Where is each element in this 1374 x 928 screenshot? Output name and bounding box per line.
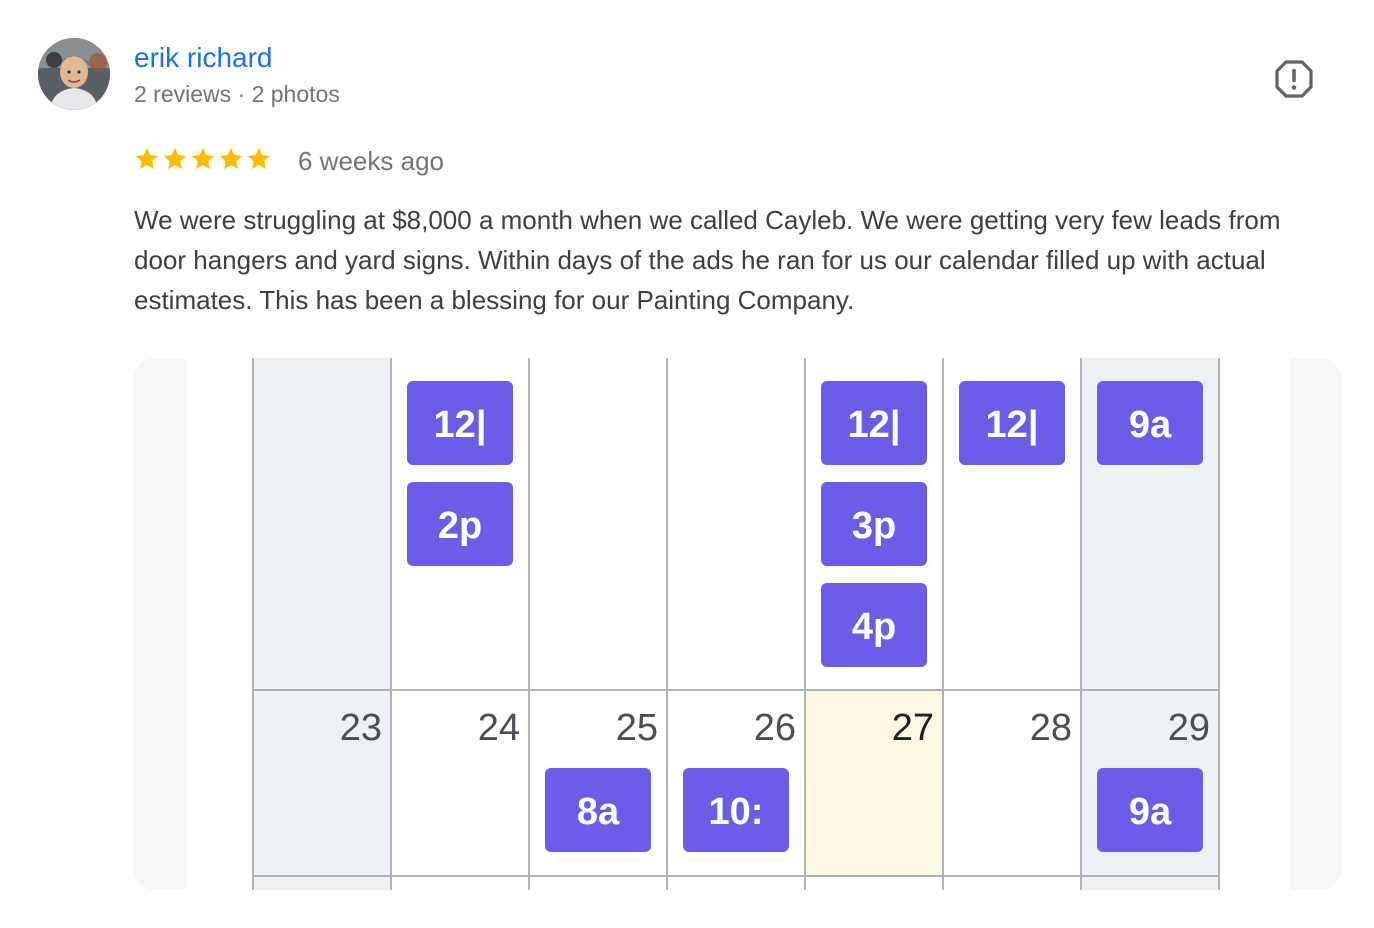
day-number: 23: [340, 707, 382, 749]
event-time-label: 12|: [434, 404, 487, 446]
day-number: 28: [1030, 707, 1072, 749]
weekend-column-bg: [253, 358, 391, 890]
day-number: 25: [616, 707, 658, 749]
photo-edge-right: [1290, 358, 1342, 890]
star-icon: [135, 147, 159, 169]
event-time-label: 12|: [848, 404, 901, 446]
day-number: 29: [1168, 707, 1210, 749]
review-date: 6 weeks ago: [298, 146, 444, 176]
star-icon: [191, 147, 215, 169]
event-time-label: 12|: [986, 404, 1039, 446]
photo-edge-left: [134, 358, 186, 890]
star-icon: [247, 147, 271, 169]
event-time-label: 4p: [852, 606, 896, 648]
day-number: 26: [754, 707, 796, 749]
star-icon: [219, 147, 243, 169]
avatar-photo: [38, 38, 110, 110]
review-photo[interactable]: 12| 2p 12| 3p 4p 12| 9a 23 24 25 8a 26 10: 27 28 29 9a: [134, 358, 1342, 890]
event-time-label: 2p: [438, 505, 482, 547]
event-time-label: 8a: [577, 791, 620, 833]
review-card: erik richard 2 reviews · 2 photos 6 week…: [0, 0, 1374, 928]
review-text: We were struggling at $8,000 a month whe…: [134, 205, 1281, 315]
star-rating: [134, 146, 272, 172]
day-number: 24: [478, 707, 520, 749]
calendar-screenshot: 12| 2p 12| 3p 4p 12| 9a 23 24 25 8a 26 10: 27 28 29 9a: [186, 358, 1290, 890]
calendar-grid: 12| 2p 12| 3p 4p 12| 9a 23 24 25 8a 26 10: 27 28 29 9a: [252, 358, 1220, 890]
author-name-link[interactable]: erik richard: [134, 40, 272, 76]
event-time-label: 9a: [1129, 404, 1172, 446]
star-icon: [163, 147, 187, 169]
author-meta: 2 reviews · 2 photos: [134, 81, 340, 107]
report-flag-icon: [1275, 60, 1313, 98]
report-button[interactable]: [1272, 57, 1316, 101]
event-time-label: 10:: [709, 791, 764, 833]
day-number: 27: [892, 707, 934, 749]
event-time-label: 3p: [852, 505, 896, 547]
avatar[interactable]: [38, 38, 110, 110]
event-time-label: 9a: [1129, 791, 1172, 833]
